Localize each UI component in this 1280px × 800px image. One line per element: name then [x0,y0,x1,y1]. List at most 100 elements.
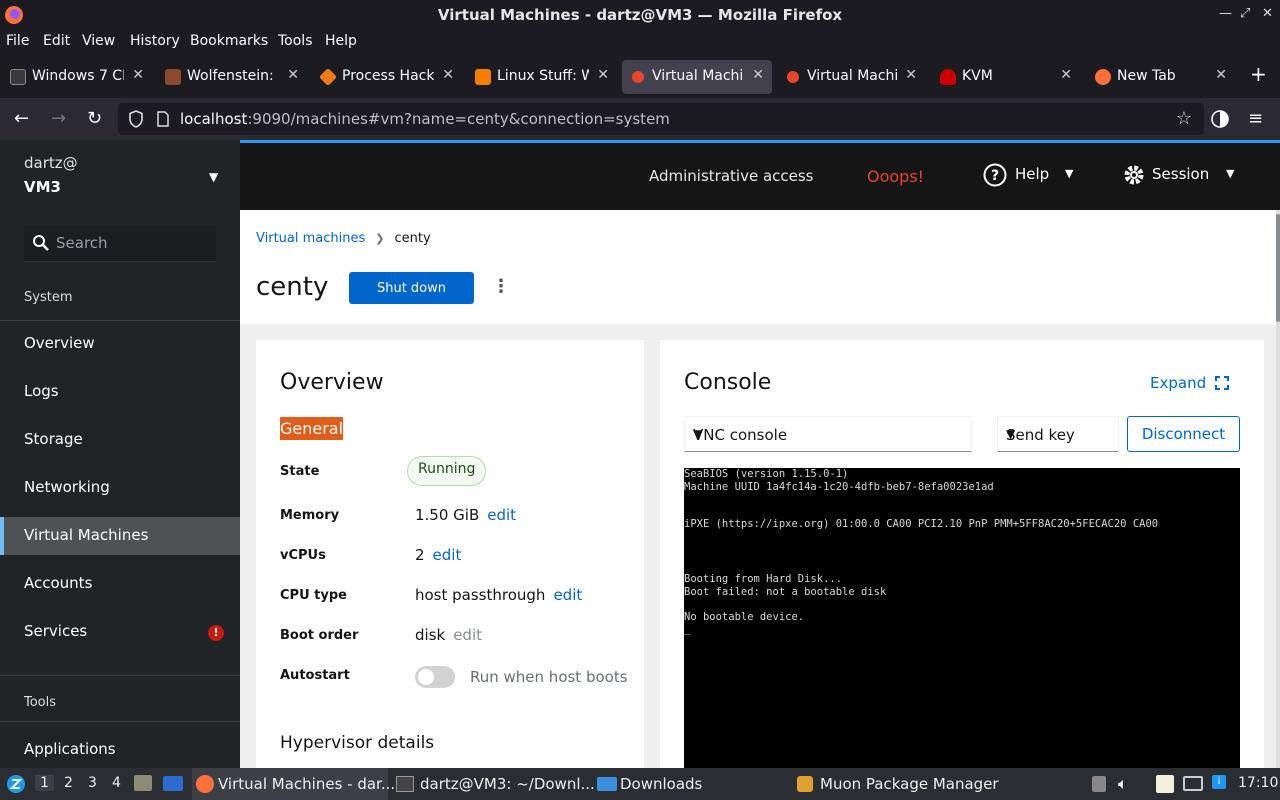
volume-icon[interactable]: 🔈︎ [1118,774,1128,794]
desktop-2[interactable]: 2 [64,775,73,791]
kebab-menu-icon[interactable]: ⋮ [492,276,510,297]
sidebar-item-virtual-machines[interactable]: Virtual Machines [0,517,240,555]
sidebar-item-accounts[interactable]: Accounts [0,565,240,603]
back-arrow-icon[interactable]: ← [14,108,29,129]
account-icon[interactable] [1210,109,1230,129]
administrative-access-button[interactable]: Administrative access [649,167,814,185]
tab-close-icon[interactable]: ✕ [287,67,299,83]
network-icon[interactable] [1183,776,1203,791]
desktop-4[interactable]: 4 [112,775,121,791]
url-text[interactable]: localhost:9090/machines#vm?name=centy&co… [180,110,670,128]
boot-order-edit-link[interactable]: edit [453,626,482,644]
tab-2[interactable]: Process Hacke ✕ [310,60,462,94]
memory-label: Memory [280,508,340,523]
sidebar-section-tools: Tools [24,695,57,710]
tab-close-icon[interactable]: ✕ [597,67,609,83]
scrollbar-thumb[interactable] [1276,214,1280,322]
task-downloads[interactable]: Downloads [592,768,788,800]
sidebar-item-networking[interactable]: Networking [0,469,240,507]
sidebar-item-applications[interactable]: Applications [0,731,240,768]
tab-1[interactable]: Wolfenstein: E ✕ [155,60,307,94]
task-muon[interactable]: Muon Package Manager [792,768,999,800]
autostart-toggle[interactable] [415,666,455,688]
page-scrollbar[interactable] [1276,210,1280,768]
reload-icon[interactable]: ↻ [87,108,102,129]
minimize-icon[interactable]: — [1219,6,1232,21]
hamburger-menu-icon[interactable]: ≡ [1248,108,1263,129]
start-menu-icon[interactable] [6,774,26,794]
vcpus-edit-link[interactable]: edit [433,546,462,564]
page-icon[interactable] [156,111,170,127]
wolfenstein-icon [165,69,181,85]
close-window-icon[interactable]: ✕ [1262,6,1273,21]
search-input[interactable] [56,234,206,252]
autostart-toggle-label: Run when host boots [470,668,628,686]
sidebar-item-logs[interactable]: Logs [0,373,240,411]
clipboard-icon[interactable] [1092,776,1106,792]
breadcrumb-virtual-machines-link[interactable]: Virtual machines [256,231,365,246]
sidebar-item-overview[interactable]: Overview [0,325,240,363]
tab-close-icon[interactable]: ✕ [905,67,917,83]
menu-view[interactable]: View [82,33,115,49]
restore-icon[interactable]: ⤢ [1240,6,1250,21]
host-user[interactable]: dartz@ [24,154,78,172]
tab-close-icon[interactable]: ✕ [442,67,454,83]
sidebar-search[interactable] [24,226,216,262]
menu-history[interactable]: History [130,33,180,49]
url-bar[interactable]: localhost:9090/machines#vm?name=centy&co… [118,103,1204,135]
desktop-3[interactable]: 3 [88,775,97,791]
notes-icon[interactable] [1156,775,1174,793]
menu-edit[interactable]: Edit [43,33,70,49]
overview-card: Overview General State Running Memory 1.… [256,340,644,768]
desktop-1[interactable]: 1 [35,775,54,791]
tab-close-icon[interactable]: ✕ [1060,67,1072,83]
console-type-select[interactable]: VNC console ▼ [684,416,972,452]
tab-3[interactable]: Linux Stuff: W ✕ [465,60,617,94]
shut-down-button[interactable]: Shut down [349,272,474,304]
forward-arrow-icon[interactable]: → [51,108,66,129]
tab-0[interactable]: Windows 7 CR ✕ [0,60,152,94]
disconnect-button[interactable]: Disconnect [1127,416,1240,452]
tab-strip: Windows 7 CR ✕ Wolfenstein: E ✕ Process … [0,56,1280,98]
send-key-dropdown[interactable]: Send key ▼ [997,416,1119,452]
menu-help[interactable]: Help [325,33,357,49]
cpu-type-value: host passthrough edit [415,586,583,604]
host-name[interactable]: VM3 [24,178,61,196]
tab-5[interactable]: Virtual Machin ✕ [777,60,925,94]
overview-title: Overview [280,370,384,395]
tab-close-icon[interactable]: ✕ [132,67,144,83]
bookmark-star-icon[interactable]: ☆ [1176,108,1192,129]
show-desktop-icon[interactable] [163,776,183,791]
vnc-console-screen[interactable]: SeaBIOS (version 1.15.0-1) Machine UUID … [684,468,1240,768]
console-line: No bootable device. [684,610,805,623]
clock[interactable]: 17:10 [1238,775,1278,791]
menu-tools[interactable]: Tools [278,33,313,49]
new-tab-plus-icon[interactable]: + [1250,62,1267,86]
tab-4-active[interactable]: Virtual Machin ✕ [622,60,772,94]
caret-down-icon: ▼ [1065,167,1074,180]
memory-edit-link[interactable]: edit [487,506,516,524]
tab-close-icon[interactable]: ✕ [752,67,764,83]
cpu-type-label: CPU type [280,588,347,603]
caret-down-icon[interactable]: ▼ [209,170,218,184]
file-manager-launcher-icon[interactable] [134,775,152,791]
shield-icon[interactable] [128,110,144,128]
info-icon[interactable]: i [1212,775,1226,789]
cpu-type-edit-link[interactable]: edit [553,586,582,604]
tab-7[interactable]: New Tab ✕ [1085,60,1235,94]
tab-close-icon[interactable]: ✕ [1215,67,1227,83]
sidebar-item-services[interactable]: Services ! [0,613,240,651]
package-manager-icon [797,776,813,792]
task-terminal[interactable]: dartz@VM3: ~/Downl... [392,768,595,800]
menu-bookmarks[interactable]: Bookmarks [190,33,268,49]
task-firefox[interactable]: Virtual Machines - dar... [192,768,395,800]
sidebar-item-storage[interactable]: Storage [0,421,240,459]
sidebar: dartz@ VM3 ▼ System Overview Logs Storag… [0,140,240,768]
cockpit-page: dartz@ VM3 ▼ System Overview Logs Storag… [0,140,1280,768]
menu-file[interactable]: File [6,33,29,49]
expand-link[interactable]: Expand [1150,374,1229,392]
menu-bar: File Edit View History Bookmarks Tools H… [0,30,1280,56]
tab-6[interactable]: KVM ✕ [930,60,1080,94]
console-line: Boot failed: not a bootable disk [684,585,887,598]
ooops-button[interactable]: Ooops! [867,167,924,186]
